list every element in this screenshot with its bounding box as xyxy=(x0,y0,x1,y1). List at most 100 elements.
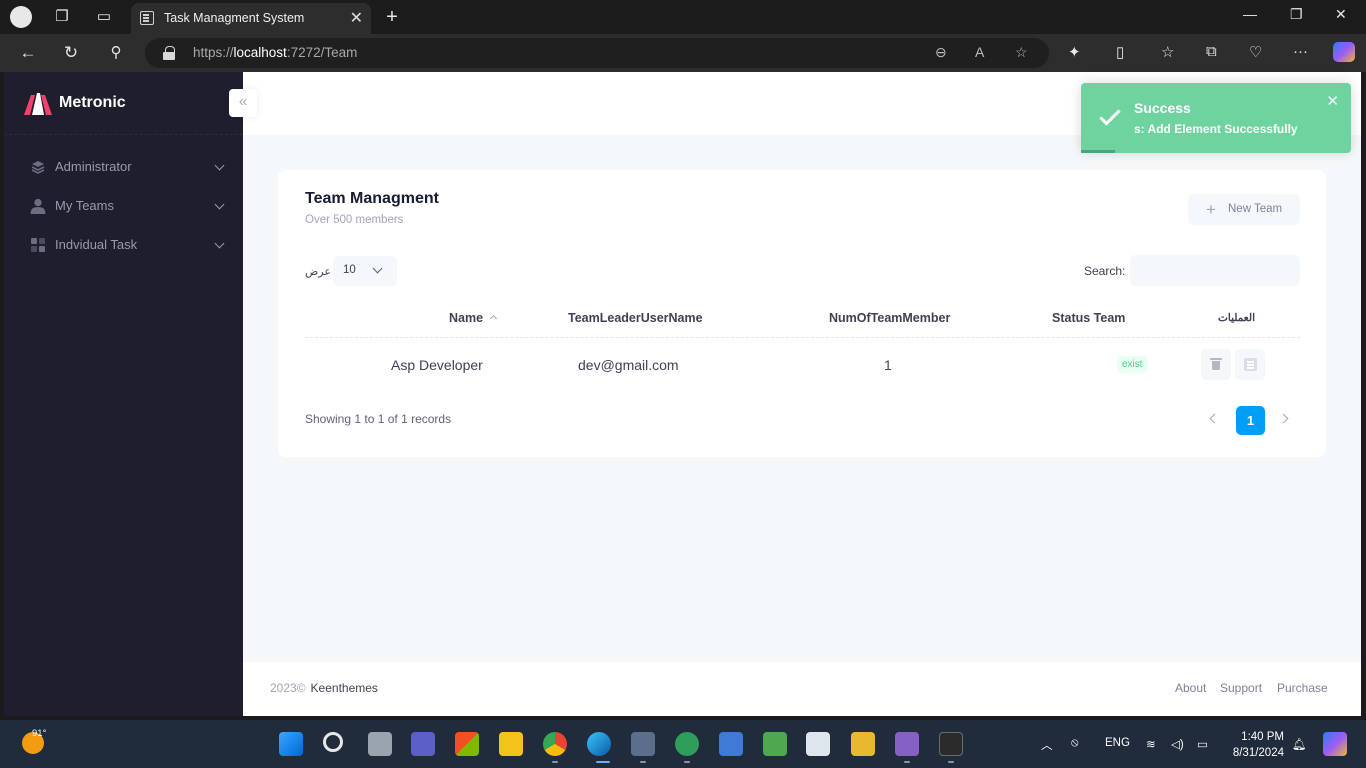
team-card: Team Managment Over 500 members + New Te… xyxy=(278,170,1326,457)
clock-time: 1:40 PM xyxy=(1241,731,1284,743)
task-view-icon[interactable] xyxy=(368,732,392,756)
app-icon-2[interactable] xyxy=(675,732,699,756)
taskbar-search-icon[interactable] xyxy=(323,732,343,752)
chevron-down-icon xyxy=(214,238,225,249)
previous-page-icon[interactable] xyxy=(1209,413,1220,424)
tab-actions-icon[interactable]: ▭ xyxy=(93,6,115,28)
page-length-select[interactable]: 10 xyxy=(333,256,397,286)
toast-message: s: Add Element Successfully xyxy=(1134,122,1298,136)
windows-taskbar: 91° ︿ ⦸ ENG ≋ ◁) ▭ 1:40 PM 8/31/2024 🔔︎ xyxy=(0,720,1366,768)
performance-icon[interactable]: ♡ xyxy=(1249,43,1262,61)
language-indicator[interactable]: ENG xyxy=(1105,737,1130,749)
running-indicator xyxy=(904,761,910,763)
grid-icon xyxy=(31,238,45,252)
sidebar-item-my-teams[interactable]: My Teams xyxy=(4,188,243,224)
column-header-leader[interactable]: TeamLeaderUserName xyxy=(568,311,703,325)
footer-link-about[interactable]: About xyxy=(1175,681,1206,695)
terminal-icon[interactable] xyxy=(939,732,963,756)
column-header-name[interactable]: Name xyxy=(449,311,498,325)
sidebar-divider xyxy=(4,134,243,135)
network-off-icon[interactable]: ⦸ xyxy=(1071,737,1079,750)
copilot-taskbar-icon[interactable] xyxy=(1323,732,1347,756)
clock[interactable]: 1:40 PM 8/31/2024 xyxy=(1228,729,1284,761)
toast-progress-bar xyxy=(1081,150,1115,153)
card-subtitle: Over 500 members xyxy=(305,214,404,226)
edit-button[interactable] xyxy=(1235,349,1265,380)
store-icon[interactable] xyxy=(455,732,479,756)
chrome-icon[interactable] xyxy=(543,732,567,756)
edge-icon[interactable] xyxy=(587,732,611,756)
volume-icon[interactable]: ◁) xyxy=(1171,737,1184,751)
profile-icon[interactable] xyxy=(10,6,32,28)
metronic-logo-icon xyxy=(24,93,52,115)
address-bar[interactable]: https://localhost:7272/Team ⊖ A ☆ xyxy=(145,38,1049,68)
next-page-icon[interactable] xyxy=(1278,413,1289,424)
favorites-icon[interactable]: ☆ xyxy=(1161,43,1174,61)
read-aloud-icon[interactable]: A xyxy=(975,44,984,60)
close-icon[interactable]: ✕ xyxy=(1326,92,1339,110)
new-tab-icon[interactable]: + xyxy=(381,6,403,28)
split-screen-icon[interactable]: ▯ xyxy=(1116,43,1124,61)
layers-icon xyxy=(31,161,45,174)
favorite-star-icon[interactable]: ☆ xyxy=(1015,44,1028,61)
teams-icon[interactable] xyxy=(411,732,435,756)
weather-temperature: 91° xyxy=(32,728,47,739)
app-icon-4[interactable] xyxy=(763,732,787,756)
sort-ascending-icon xyxy=(490,314,498,323)
success-toast[interactable]: Success s: Add Element Successfully ✕ xyxy=(1081,83,1351,153)
notifications-icon[interactable]: 🔔︎ xyxy=(1292,737,1307,751)
more-menu-icon[interactable]: ··· xyxy=(1293,43,1308,60)
app-icon-3[interactable] xyxy=(719,732,743,756)
extensions-icon[interactable]: ✦ xyxy=(1068,43,1081,61)
visual-studio-icon[interactable] xyxy=(895,732,919,756)
chevron-down-icon xyxy=(372,263,383,274)
browser-tab-bar: ❐ ▭ Task Managment System ✕ + — ❐ ✕ xyxy=(0,0,1366,34)
back-icon[interactable]: ← xyxy=(18,43,38,63)
column-header-members[interactable]: NumOfTeamMember xyxy=(829,311,950,325)
search-input[interactable] xyxy=(1130,255,1300,286)
footer: 2023© Keenthemes About Support Purchase xyxy=(243,662,1361,716)
toast-title: Success xyxy=(1134,100,1191,116)
workspaces-icon[interactable]: ❐ xyxy=(51,6,73,28)
delete-button[interactable] xyxy=(1201,349,1231,380)
collections-icon[interactable]: ⧉ xyxy=(1206,43,1217,60)
company-link[interactable]: Keenthemes xyxy=(311,681,378,695)
page-1-button[interactable]: 1 xyxy=(1236,406,1265,435)
zoom-icon[interactable]: ⊖ xyxy=(935,44,947,61)
search-icon[interactable]: ⚲ xyxy=(106,43,126,61)
start-icon[interactable] xyxy=(279,732,303,756)
close-tab-icon[interactable]: ✕ xyxy=(350,8,363,28)
running-indicator xyxy=(948,761,954,763)
minimize-icon[interactable]: — xyxy=(1243,6,1257,22)
battery-icon[interactable]: ▭ xyxy=(1197,737,1208,751)
app-icon-6[interactable] xyxy=(851,732,875,756)
file-explorer-icon[interactable] xyxy=(499,732,523,756)
footer-link-purchase[interactable]: Purchase xyxy=(1277,681,1328,695)
column-header-status[interactable]: Status Team xyxy=(1052,311,1125,325)
card-title: Team Managment xyxy=(305,190,439,207)
running-indicator xyxy=(552,761,558,763)
plus-icon: + xyxy=(1206,200,1216,219)
sidebar-item-label: My Teams xyxy=(55,198,114,213)
sidebar-item-administrator[interactable]: Administrator xyxy=(4,149,243,185)
cell-leader: dev@gmail.com xyxy=(578,357,679,373)
table-info: Showing 1 to 1 of 1 records xyxy=(305,412,452,426)
new-team-button[interactable]: + New Team xyxy=(1188,194,1300,225)
edit-icon xyxy=(1244,358,1257,371)
running-indicator xyxy=(596,761,610,763)
app-icon-5[interactable] xyxy=(806,732,830,756)
brand-name: Metronic xyxy=(59,94,126,111)
show-hidden-icons-icon[interactable]: ︿ xyxy=(1041,737,1053,753)
sidebar-collapse-button[interactable]: « xyxy=(229,89,257,117)
restore-icon[interactable]: ❐ xyxy=(1290,6,1303,23)
main-content: « Team Managment Over 500 members + New … xyxy=(229,72,1361,716)
browser-tab[interactable]: Task Managment System ✕ xyxy=(131,3,371,34)
sidebar-item-label: Administrator xyxy=(55,159,132,174)
footer-link-support[interactable]: Support xyxy=(1220,681,1262,695)
wifi-icon[interactable]: ≋ xyxy=(1146,737,1156,751)
copilot-icon[interactable] xyxy=(1333,42,1355,62)
reload-icon[interactable]: ↻ xyxy=(61,43,81,63)
app-icon-1[interactable] xyxy=(631,732,655,756)
close-window-icon[interactable]: ✕ xyxy=(1335,6,1347,23)
sidebar-item-indvidual-task[interactable]: Indvidual Task xyxy=(4,227,243,263)
